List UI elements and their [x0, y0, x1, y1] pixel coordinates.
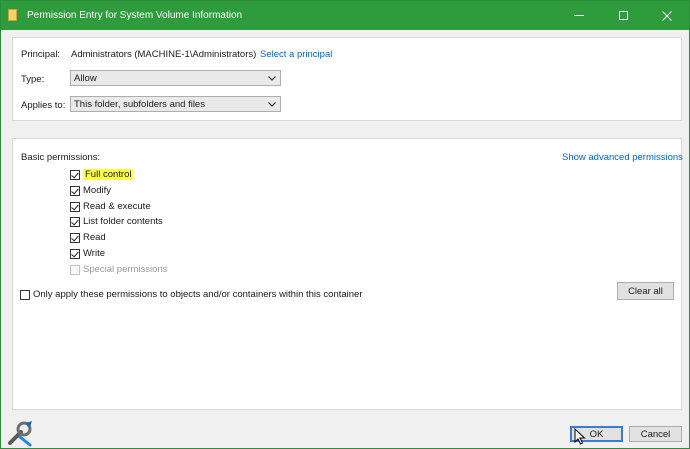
window-title: Permission Entry for System Volume Infor…: [27, 10, 243, 21]
list-folder-contents-checkbox[interactable]: [70, 216, 80, 227]
mouse-pointer-icon: [574, 428, 586, 445]
type-selected-value: Allow: [74, 73, 97, 84]
maximize-button[interactable]: [601, 1, 645, 30]
read-label: Read: [83, 232, 106, 243]
special-permissions-label: Special permissions: [83, 264, 168, 275]
cancel-button[interactable]: Cancel: [629, 426, 682, 442]
only-apply-checkbox[interactable]: [20, 289, 30, 300]
title-bar[interactable]: Permission Entry for System Volume Infor…: [1, 1, 689, 30]
special-permissions-checkbox: [70, 264, 80, 275]
read-execute-label: Read & execute: [83, 201, 151, 212]
write-checkbox[interactable]: [70, 248, 80, 259]
read-execute-checkbox[interactable]: [70, 201, 80, 212]
only-apply-label: Only apply these permissions to objects …: [33, 289, 363, 300]
modify-label: Modify: [83, 185, 111, 196]
permission-full-control[interactable]: Full control: [70, 168, 134, 181]
close-button[interactable]: [645, 1, 689, 30]
permission-entry-dialog: Permission Entry for System Volume Infor…: [0, 0, 690, 449]
read-checkbox[interactable]: [70, 232, 80, 243]
applies-to-select[interactable]: This folder, subfolders and files: [70, 96, 281, 112]
only-apply-option[interactable]: Only apply these permissions to objects …: [20, 288, 363, 301]
permission-list-folder-contents[interactable]: List folder contents: [70, 215, 163, 228]
close-icon: [662, 10, 672, 21]
list-folder-contents-label: List folder contents: [83, 216, 163, 227]
permission-modify[interactable]: Modify: [70, 184, 111, 197]
basic-permissions-label: Basic permissions:: [21, 152, 101, 163]
type-label: Type:: [21, 74, 45, 85]
full-control-checkbox[interactable]: [70, 169, 80, 180]
show-advanced-permissions-link[interactable]: Show advanced permissions: [562, 152, 683, 163]
minimize-button[interactable]: [557, 1, 601, 30]
minimize-icon: [574, 15, 584, 16]
permission-write[interactable]: Write: [70, 247, 105, 260]
wrench-logo-icon: [8, 421, 32, 447]
applies-to-selected-value: This folder, subfolders and files: [74, 99, 205, 110]
full-control-label: Full control: [83, 169, 134, 180]
permission-read-execute[interactable]: Read & execute: [70, 200, 151, 213]
modify-checkbox[interactable]: [70, 185, 80, 196]
folder-icon: [8, 9, 17, 21]
principal-label: Principal:: [21, 49, 61, 60]
permission-special: Special permissions: [70, 263, 167, 276]
applies-to-label: Applies to:: [21, 100, 66, 111]
principal-panel: Principal: Administrators (MACHINE-1\Adm…: [12, 37, 682, 121]
chevron-down-icon: [268, 76, 276, 81]
permission-read[interactable]: Read: [70, 231, 106, 244]
permissions-panel: Basic permissions: Show advanced permiss…: [12, 138, 683, 410]
chevron-down-icon: [268, 102, 276, 107]
write-label: Write: [83, 248, 105, 259]
type-select[interactable]: Allow: [70, 70, 281, 86]
principal-value: Administrators (MACHINE-1\Administrators…: [71, 49, 257, 60]
maximize-icon: [618, 11, 628, 20]
select-principal-link[interactable]: Select a principal: [260, 49, 332, 60]
clear-all-button[interactable]: Clear all: [617, 282, 674, 300]
